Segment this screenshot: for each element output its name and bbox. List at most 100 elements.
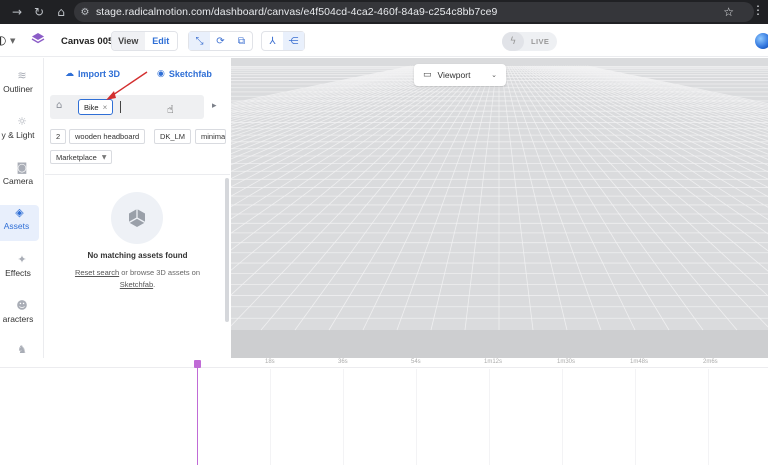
timeline-tick: 1m30s: [557, 359, 576, 365]
empty-state-text-end: .: [153, 280, 156, 289]
reload-icon[interactable]: ↻: [28, 0, 50, 24]
scrollbar[interactable]: [225, 178, 229, 322]
tag-chip[interactable]: minima: [195, 129, 226, 144]
empty-state-title: No matching assets found: [87, 251, 188, 260]
bookmark-star-icon[interactable]: ☆: [723, 2, 734, 22]
timeline-gridline: [270, 369, 271, 465]
assets-icon: ◈: [15, 206, 24, 219]
assets-panel: ☁ Import 3D ◉ Sketchfab ⌂ Bike × ☝ ▸ 2 w…: [45, 58, 230, 358]
home-icon[interactable]: ⌂: [50, 0, 72, 24]
avatar[interactable]: [755, 33, 768, 49]
search-input[interactable]: ⌂ Bike × ☝: [50, 95, 204, 119]
edit-mode-button[interactable]: Edit: [144, 32, 177, 50]
sidebar-item-label: Assets: [3, 221, 30, 231]
playhead[interactable]: [197, 367, 198, 465]
browser-menu-icon[interactable]: ⋮: [752, 0, 764, 20]
tag-chip[interactable]: DK_LM: [154, 129, 192, 144]
empty-state-message: Reset search or browse 3D assets on Sket…: [59, 267, 216, 291]
collapse-arrow-icon[interactable]: ▸: [212, 101, 217, 111]
share-nodes-icon[interactable]: ⋲: [283, 32, 304, 50]
import-3d-tab[interactable]: ☁ Import 3D: [65, 69, 120, 79]
browser-toolbar: → ↻ ⌂ ⚙ stage.radicalmotion.com/dashboar…: [0, 0, 768, 24]
chevron-down-icon: ▼: [101, 153, 107, 161]
timeline[interactable]: 18s 36s 54s 1m12s 1m30s 1m48s 2m6s: [0, 358, 768, 465]
sidebar-item-label: Outliner: [3, 84, 33, 94]
timeline-tick: 1m48s: [630, 359, 649, 365]
home-icon[interactable]: ⌂: [56, 100, 62, 111]
close-icon[interactable]: ×: [103, 103, 108, 112]
import-3d-label: Import 3D: [78, 69, 121, 79]
reset-search-link[interactable]: Reset search: [75, 268, 119, 277]
chevron-down-icon[interactable]: ▼: [10, 37, 15, 45]
scale-tool-icon[interactable]: ⧉: [231, 32, 252, 50]
cube-icon: [128, 209, 146, 227]
mode-toggle: View Edit: [111, 31, 178, 51]
live-toggle[interactable]: ϟ LIVE: [502, 32, 557, 51]
sidebar-item-label: aracters: [2, 314, 34, 324]
timeline-tick: 54s: [411, 359, 421, 365]
mask-icon: ☻: [16, 299, 28, 312]
forward-icon[interactable]: →: [6, 0, 28, 24]
timeline-tick: 36s: [338, 359, 348, 365]
viewport-dropdown[interactable]: ▭ Viewport ⌄: [414, 64, 506, 86]
sketchfab-icon: ◉: [157, 69, 165, 79]
camera-icon: ◙: [16, 161, 28, 174]
timeline-gridline: [562, 369, 563, 465]
cloud-upload-icon: ☁: [65, 69, 74, 79]
ground-grid: [231, 58, 768, 358]
running-figure-icon: ♞: [17, 343, 27, 356]
timeline-gridline: [635, 369, 636, 465]
tag-chip[interactable]: 2: [50, 129, 67, 144]
live-label: LIVE: [531, 37, 550, 46]
lightning-icon: ϟ: [502, 32, 524, 51]
sidebar-item-lighting[interactable]: ☼ y & Light: [0, 114, 44, 150]
hierarchy-tools: ⅄ ⋲: [261, 31, 305, 51]
database-icon: ≋: [17, 69, 27, 82]
sidebar-item-characters[interactable]: ☻ aracters: [0, 298, 44, 334]
text-caret: [120, 101, 121, 113]
canvas-title: Canvas 005: [61, 36, 114, 47]
marketplace-label: Marketplace: [56, 152, 97, 162]
timeline-gridline: [489, 369, 490, 465]
sidebar-item-label: Effects: [5, 268, 31, 278]
app-header: ◐ ▼ Canvas 005 View Edit ⤡ ⟳ ⧉ ⅄ ⋲ ϟ LIV…: [0, 24, 768, 57]
move-tool-icon[interactable]: ⤡: [189, 32, 210, 50]
hand-cursor-icon: ☝: [167, 103, 174, 116]
sidebar-item-outliner[interactable]: ≋ Outliner: [0, 68, 44, 104]
search-chip-label: Bike: [84, 102, 99, 112]
address-bar[interactable]: ⚙ stage.radicalmotion.com/dashboard/canv…: [74, 2, 754, 22]
hierarchy-icon[interactable]: ⅄: [262, 32, 283, 50]
chevron-down-icon: ⌄: [491, 71, 497, 79]
sun-icon: ☼: [17, 115, 27, 128]
sidebar-item-label: Camera: [2, 176, 34, 186]
timeline-tick: 1m12s: [484, 359, 503, 365]
url-text: stage.radicalmotion.com/dashboard/canvas…: [96, 6, 498, 18]
rotate-tool-icon[interactable]: ⟳: [210, 32, 231, 50]
view-mode-button[interactable]: View: [112, 32, 145, 50]
search-chip[interactable]: Bike ×: [78, 99, 114, 115]
empty-state-illustration: [111, 192, 163, 244]
timeline-gridline: [343, 369, 344, 465]
app-logo-icon[interactable]: ◐: [0, 33, 6, 47]
sidebar-item-effects[interactable]: ✦ Effects: [0, 252, 44, 288]
sketchfab-label: Sketchfab: [168, 69, 212, 79]
timeline-gridline: [708, 369, 709, 465]
timeline-gridline: [416, 369, 417, 465]
sidebar-item-assets[interactable]: ◈ Assets: [0, 205, 39, 241]
tag-chip[interactable]: wooden headboard: [69, 129, 146, 144]
sidebar-item-label: y & Light: [1, 130, 35, 140]
empty-state-text: or browse 3D assets on: [119, 268, 201, 277]
sparkle-icon: ✦: [17, 253, 27, 266]
sketchfab-tab[interactable]: ◉ Sketchfab: [157, 69, 212, 79]
transform-tools: ⤡ ⟳ ⧉: [188, 31, 253, 51]
marketplace-dropdown[interactable]: Marketplace ▼: [50, 150, 113, 164]
site-info-icon[interactable]: ⚙: [74, 2, 96, 22]
layers-icon: [31, 33, 45, 44]
sidebar-item-camera[interactable]: ◙ Camera: [0, 160, 44, 196]
timeline-tick: 2m6s: [703, 359, 718, 365]
3d-viewport[interactable]: ▭ Viewport ⌄: [231, 58, 768, 358]
monitor-icon: ▭: [423, 70, 432, 80]
viewport-label: Viewport: [437, 70, 471, 80]
left-sidebar: ≋ Outliner ☼ y & Light ◙ Camera ◈ Assets…: [0, 58, 44, 358]
sketchfab-link[interactable]: Sketchfab: [120, 280, 153, 289]
